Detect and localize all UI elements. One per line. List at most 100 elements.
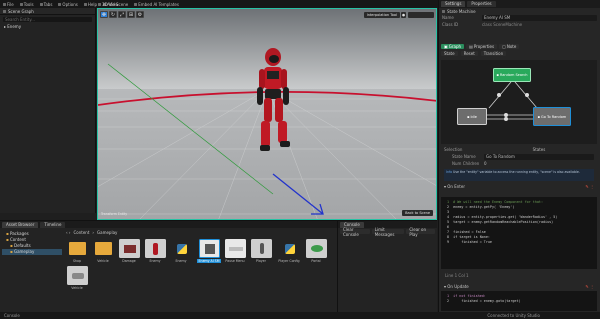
reset-button[interactable]: Reset xyxy=(460,51,478,56)
asset-tile-ui[interactable] xyxy=(225,239,246,258)
asset-tile-folder[interactable] xyxy=(67,239,88,258)
asset-tile-mesh[interactable] xyxy=(145,239,166,258)
python-icon xyxy=(284,243,295,254)
node-icon: ▪ xyxy=(496,73,499,77)
scene-graph-panel: Scene Graph Search Entity... ▸ Enemy xyxy=(0,8,96,213)
help-icon xyxy=(83,2,87,6)
selection-value: States xyxy=(532,147,546,152)
tools-icon xyxy=(19,2,23,6)
on-update-row[interactable]: ▾ On Update ✎ ⋮ xyxy=(441,283,597,290)
move-tool-icon[interactable]: ✥ xyxy=(100,11,108,18)
viewport-3d[interactable]: ✥ ↻ ⤢ ⊞ ⚙ Interpolation Tool ● Back to S… xyxy=(97,8,437,220)
viewport-scene xyxy=(98,9,436,219)
nav-back-icon[interactable]: ‹ › xyxy=(66,230,70,235)
menu-embed-templates[interactable]: Embed AI Templates xyxy=(134,2,179,7)
asset-tile-mesh[interactable] xyxy=(306,239,327,258)
on-enter-code-editor[interactable]: 1 # We will need the Enemy Component for… xyxy=(441,197,597,269)
state-name-row: State Name Go To Random xyxy=(441,153,597,160)
scene-graph-icon xyxy=(3,9,6,13)
back-to-scene-button[interactable]: Back to Scene xyxy=(402,210,433,216)
viewport-tab[interactable]: 3D View xyxy=(97,1,118,8)
robot-icon xyxy=(153,242,158,255)
player-icon xyxy=(259,243,264,254)
on-enter-row[interactable]: ▾ On Enter ✎ ⋮ xyxy=(441,183,597,190)
name-row: Name Enemy AI SM xyxy=(439,14,600,21)
asset-tile-python[interactable] xyxy=(279,239,300,258)
num-children-value: 0 xyxy=(484,161,487,166)
asset-tile-mesh[interactable] xyxy=(251,239,272,258)
properties-icon: ▤ xyxy=(469,44,473,49)
graph-tabs: ▣ Graph ▤ Properties ▢ Note xyxy=(441,44,520,49)
python-icon xyxy=(176,243,187,254)
rotate-tool-icon[interactable]: ↻ xyxy=(109,11,117,18)
asset-tile-state-machine[interactable] xyxy=(199,239,220,258)
tab-asset-browser[interactable]: Asset Browser xyxy=(2,221,39,228)
tab-timeline[interactable]: Timeline xyxy=(40,221,66,228)
selection-section: Selection States State Name Go To Random… xyxy=(441,146,597,190)
options-icon xyxy=(58,2,62,6)
breadcrumb-content[interactable]: Content xyxy=(73,230,89,235)
limit-messages-toggle[interactable]: Limit Messages xyxy=(371,227,405,237)
asset-tile-folder[interactable] xyxy=(93,239,114,258)
state-machine-icon xyxy=(204,243,215,254)
menu-tools[interactable]: Tools xyxy=(19,2,34,7)
portal-icon xyxy=(310,245,323,252)
tabs-icon xyxy=(39,2,43,6)
scale-tool-icon[interactable]: ⤢ xyxy=(118,11,126,18)
selection-row: Selection States xyxy=(441,146,597,153)
entity-search-input[interactable]: Search Entity... xyxy=(3,17,92,22)
console-toolbar: Clear Console Limit Messages Clear on Pl… xyxy=(338,227,437,237)
clear-console-button[interactable]: Clear Console xyxy=(340,227,370,237)
state-button[interactable]: State xyxy=(441,51,458,56)
menu-file[interactable]: File xyxy=(3,2,14,7)
tree-item-gameplay[interactable]: ▪ Gameplay xyxy=(2,249,62,255)
folder-icon xyxy=(95,242,112,255)
asset-tile-python[interactable] xyxy=(171,239,192,258)
tab-settings[interactable]: Settings xyxy=(441,1,466,7)
breadcrumb-gameplay[interactable]: Gameplay xyxy=(97,230,117,235)
asset-tile-mesh[interactable] xyxy=(67,266,88,285)
tab-graph-properties[interactable]: ▤ Properties xyxy=(466,44,498,49)
settings-tool-icon[interactable]: ⚙ xyxy=(136,11,144,18)
clear-on-play-toggle[interactable]: Clear on Play xyxy=(406,227,435,237)
name-field[interactable]: Enemy AI SM xyxy=(482,14,597,21)
run-icon[interactable]: ✎ ⋮ xyxy=(585,284,594,289)
note-icon: ▢ xyxy=(502,44,506,49)
ui-icon xyxy=(228,246,243,251)
menu-help[interactable]: Help xyxy=(83,2,97,7)
template-icon xyxy=(134,2,138,6)
node-icon: ▪ xyxy=(467,114,470,119)
code-line: 2 finished = enemy.goto(target) xyxy=(445,299,521,303)
graph-toolbar: State Reset Transition xyxy=(441,51,507,56)
node-go-to-random[interactable]: ▪ Go To Random xyxy=(533,107,571,126)
record-icon[interactable]: ● xyxy=(401,12,406,18)
state-graph-canvas[interactable]: ▪ Random Search ▪ Idle ▪ Go To Random xyxy=(441,60,597,144)
right-tabs: Settings Properties xyxy=(439,0,600,8)
file-icon xyxy=(3,2,6,6)
viewport-caption: Transform Entity xyxy=(101,212,128,216)
node-random-search[interactable]: ▪ Random Search xyxy=(493,68,531,82)
tab-graph[interactable]: ▣ Graph xyxy=(441,44,465,49)
transition-button[interactable]: Transition xyxy=(480,51,507,56)
tab-properties[interactable]: Properties xyxy=(467,1,496,7)
run-icon[interactable]: ✎ ⋮ xyxy=(585,184,594,189)
viewport-toolbar: ✥ ↻ ⤢ ⊞ ⚙ xyxy=(100,11,144,18)
menu-tabs[interactable]: Tabs xyxy=(39,2,52,7)
state-machine-icon xyxy=(442,9,445,13)
graph-icon: ▣ xyxy=(444,44,448,49)
asset-tile-mesh[interactable] xyxy=(119,239,140,258)
tree-item-enemy[interactable]: ▸ Enemy xyxy=(0,24,95,30)
view-icon xyxy=(98,3,101,6)
node-idle[interactable]: ▪ Idle xyxy=(457,108,487,125)
state-name-field[interactable]: Go To Random xyxy=(484,153,594,160)
viewport-options-button[interactable] xyxy=(408,12,434,18)
grid-tool-icon[interactable]: ⊞ xyxy=(127,11,135,18)
interpolation-tool-button[interactable]: Interpolation Tool xyxy=(363,12,400,18)
hint-box: Info Use the "entity" variable to access… xyxy=(444,169,594,181)
folder-icon xyxy=(69,242,86,255)
on-update-code-editor[interactable]: 1 if not finished: 2 finished = enemy.go… xyxy=(441,291,597,311)
editor-position: Line 1 Col 1 xyxy=(445,273,469,278)
tab-note[interactable]: ▢ Note xyxy=(499,44,520,49)
node-icon: ▪ xyxy=(537,114,541,119)
menu-options[interactable]: Options xyxy=(58,2,78,7)
